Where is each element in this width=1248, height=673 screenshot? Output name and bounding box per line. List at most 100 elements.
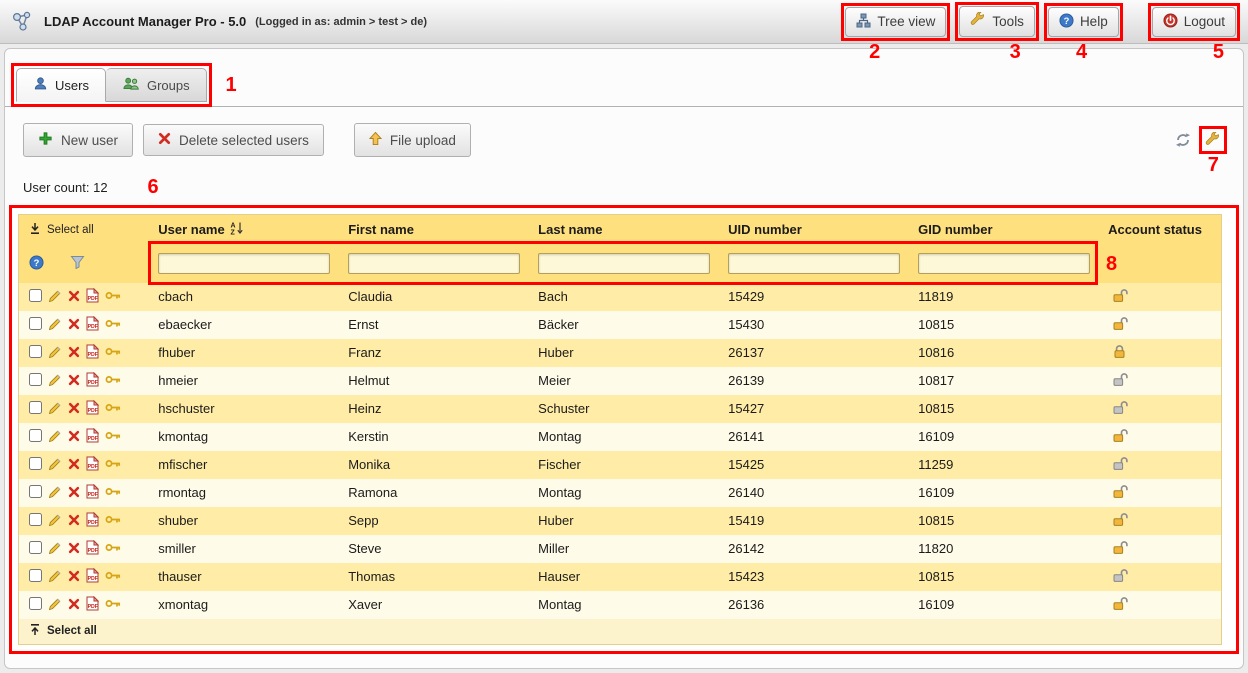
row-checkbox[interactable] bbox=[29, 317, 42, 330]
file-upload-button[interactable]: File upload bbox=[354, 123, 471, 157]
delete-icon[interactable] bbox=[68, 458, 80, 470]
pdf-icon[interactable]: PDF bbox=[86, 596, 99, 611]
delete-icon[interactable] bbox=[68, 318, 80, 330]
password-key-icon[interactable] bbox=[105, 374, 121, 385]
tree-view-button[interactable]: Tree view bbox=[845, 7, 946, 37]
row-checkbox[interactable] bbox=[29, 373, 42, 386]
delete-icon[interactable] bbox=[68, 542, 80, 554]
cell-user-name[interactable]: mfischer bbox=[150, 451, 340, 479]
settings-wrench-icon[interactable] bbox=[1203, 130, 1223, 150]
row-checkbox[interactable] bbox=[29, 345, 42, 358]
password-key-icon[interactable] bbox=[105, 430, 121, 441]
pdf-icon[interactable]: PDF bbox=[86, 568, 99, 583]
filter-uid-number-input[interactable] bbox=[728, 253, 900, 274]
pdf-icon[interactable]: PDF bbox=[86, 512, 99, 527]
edit-icon[interactable] bbox=[48, 317, 62, 331]
cell-user-name[interactable]: thauser bbox=[150, 563, 340, 591]
delete-icon[interactable] bbox=[68, 514, 80, 526]
password-key-icon[interactable] bbox=[105, 346, 121, 357]
password-key-icon[interactable] bbox=[105, 486, 121, 497]
cell-user-name[interactable]: hmeier bbox=[150, 367, 340, 395]
sort-az-icon[interactable]: A Z bbox=[230, 221, 244, 238]
filter-first-name-input[interactable] bbox=[348, 253, 520, 274]
delete-icon[interactable] bbox=[68, 430, 80, 442]
row-checkbox[interactable] bbox=[29, 569, 42, 582]
password-key-icon[interactable] bbox=[105, 318, 121, 329]
row-checkbox[interactable] bbox=[29, 401, 42, 414]
column-header-last-name[interactable]: Last name bbox=[530, 215, 720, 245]
row-checkbox[interactable] bbox=[29, 597, 42, 610]
column-header-gid-number[interactable]: GID number bbox=[910, 215, 1100, 245]
column-header-uid-number[interactable]: UID number bbox=[720, 215, 910, 245]
pdf-icon[interactable]: PDF bbox=[86, 400, 99, 415]
pdf-icon[interactable]: PDF bbox=[86, 316, 99, 331]
pdf-icon[interactable]: PDF bbox=[86, 428, 99, 443]
password-key-icon[interactable] bbox=[105, 598, 121, 609]
cell-user-name[interactable]: smiller bbox=[150, 535, 340, 563]
delete-icon[interactable] bbox=[68, 402, 80, 414]
cell-user-name[interactable]: fhuber bbox=[150, 339, 340, 367]
password-key-icon[interactable] bbox=[105, 290, 121, 301]
delete-selected-users-button[interactable]: Delete selected users bbox=[143, 124, 324, 156]
logout-button[interactable]: Logout bbox=[1152, 7, 1236, 37]
row-checkbox[interactable] bbox=[29, 513, 42, 526]
pdf-icon[interactable]: PDF bbox=[86, 372, 99, 387]
tab-groups[interactable]: Groups bbox=[106, 68, 207, 102]
row-checkbox[interactable] bbox=[29, 485, 42, 498]
new-user-button[interactable]: New user bbox=[23, 123, 133, 157]
row-checkbox[interactable] bbox=[29, 289, 42, 302]
pdf-icon[interactable]: PDF bbox=[86, 344, 99, 359]
tab-users[interactable]: Users bbox=[16, 68, 106, 102]
help-button[interactable]: ? Help bbox=[1048, 7, 1119, 37]
tools-button[interactable]: Tools bbox=[959, 6, 1035, 37]
delete-icon[interactable] bbox=[68, 374, 80, 386]
annotation-box-4: ? Help 4 bbox=[1044, 3, 1123, 41]
pdf-icon[interactable]: PDF bbox=[86, 540, 99, 555]
delete-icon[interactable] bbox=[68, 570, 80, 582]
cell-user-name[interactable]: shuber bbox=[150, 507, 340, 535]
cell-user-name[interactable]: cbach bbox=[150, 283, 340, 311]
row-checkbox[interactable] bbox=[29, 457, 42, 470]
delete-icon[interactable] bbox=[68, 598, 80, 610]
cell-user-name[interactable]: kmontag bbox=[150, 423, 340, 451]
password-key-icon[interactable] bbox=[105, 458, 121, 469]
pdf-icon[interactable]: PDF bbox=[86, 288, 99, 303]
cell-user-name[interactable]: ebaecker bbox=[150, 311, 340, 339]
delete-icon[interactable] bbox=[68, 346, 80, 358]
column-header-first-name[interactable]: First name bbox=[340, 215, 530, 245]
row-checkbox[interactable] bbox=[29, 429, 42, 442]
edit-icon[interactable] bbox=[48, 457, 62, 471]
pdf-icon[interactable]: PDF bbox=[86, 484, 99, 499]
edit-icon[interactable] bbox=[48, 569, 62, 583]
password-key-icon[interactable] bbox=[105, 542, 121, 553]
cell-user-name[interactable]: xmontag bbox=[150, 591, 340, 619]
password-key-icon[interactable] bbox=[105, 514, 121, 525]
filter-help-icon[interactable]: ? bbox=[29, 255, 44, 273]
select-all-bottom[interactable]: Select all bbox=[29, 623, 97, 639]
pdf-icon[interactable]: PDF bbox=[86, 456, 99, 471]
filter-last-name-input[interactable] bbox=[538, 253, 710, 274]
edit-icon[interactable] bbox=[48, 485, 62, 499]
edit-icon[interactable] bbox=[48, 513, 62, 527]
edit-icon[interactable] bbox=[48, 401, 62, 415]
cell-user-name[interactable]: hschuster bbox=[150, 395, 340, 423]
filter-gid-number-input[interactable] bbox=[918, 253, 1090, 274]
password-key-icon[interactable] bbox=[105, 402, 121, 413]
select-all-top[interactable]: Select all bbox=[29, 222, 94, 238]
filter-user-name-input[interactable] bbox=[158, 253, 330, 274]
edit-icon[interactable] bbox=[48, 597, 62, 611]
edit-icon[interactable] bbox=[48, 541, 62, 555]
column-header-user-name[interactable]: User name A Z bbox=[150, 215, 340, 245]
row-checkbox[interactable] bbox=[29, 541, 42, 554]
delete-icon[interactable] bbox=[68, 486, 80, 498]
funnel-filter-icon[interactable] bbox=[70, 255, 85, 272]
edit-icon[interactable] bbox=[48, 345, 62, 359]
delete-icon[interactable] bbox=[68, 290, 80, 302]
edit-icon[interactable] bbox=[48, 289, 62, 303]
refresh-icon[interactable] bbox=[1175, 132, 1191, 148]
password-key-icon[interactable] bbox=[105, 570, 121, 581]
edit-icon[interactable] bbox=[48, 429, 62, 443]
cell-user-name[interactable]: rmontag bbox=[150, 479, 340, 507]
edit-icon[interactable] bbox=[48, 373, 62, 387]
cell-uid-number: 26141 bbox=[720, 423, 910, 451]
